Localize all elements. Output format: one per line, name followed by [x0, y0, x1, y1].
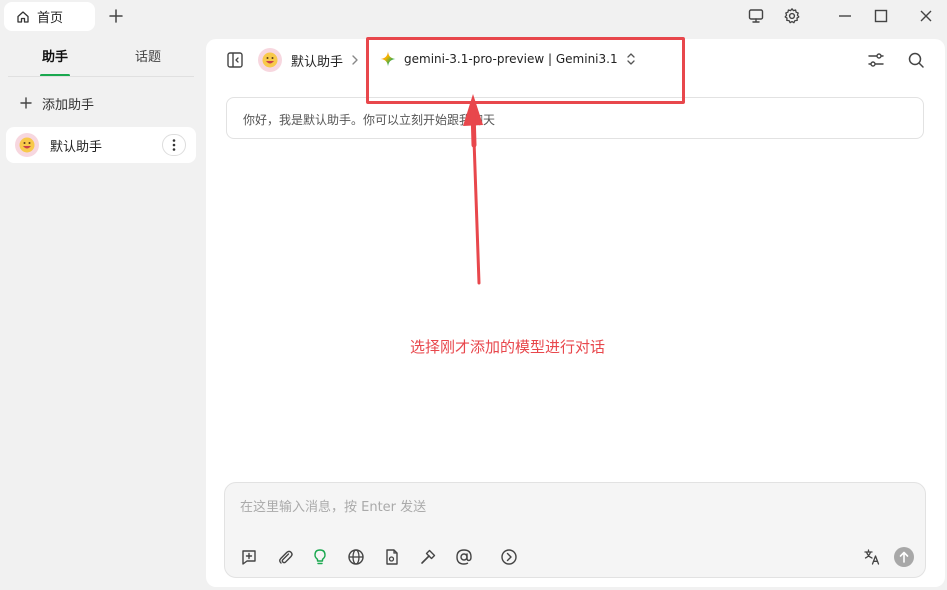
- send-button[interactable]: [894, 547, 914, 567]
- globe-web-search-icon[interactable]: [346, 547, 366, 567]
- assistant-name: 默认助手: [50, 139, 103, 155]
- home-tab[interactable]: 首页: [4, 2, 95, 31]
- home-icon: [16, 10, 30, 24]
- maximize-button[interactable]: [871, 6, 891, 26]
- tab-assistants[interactable]: 助手: [25, 46, 85, 70]
- more-options-button[interactable]: [162, 134, 186, 156]
- hammer-tools-icon[interactable]: [418, 547, 438, 567]
- close-button[interactable]: [916, 6, 936, 26]
- header-assistant-avatar-icon[interactable]: [258, 48, 282, 72]
- annotation-text: 选择刚才添加的模型进行对话: [410, 338, 606, 356]
- document-knowledge-icon[interactable]: [382, 547, 402, 567]
- more-vertical-icon: [172, 139, 176, 151]
- plus-icon: [18, 95, 34, 111]
- tab-topics[interactable]: 话题: [118, 46, 178, 70]
- add-assistant-label: 添加助手: [42, 97, 95, 113]
- at-mention-icon[interactable]: [454, 547, 474, 567]
- sidebar-divider: [8, 76, 194, 77]
- header-assistant-name[interactable]: 默认助手: [291, 51, 343, 70]
- message-input[interactable]: [240, 497, 900, 517]
- search-icon[interactable]: [906, 50, 926, 70]
- paperclip-attach-icon[interactable]: [275, 547, 295, 567]
- lightbulb-think-icon[interactable]: [310, 547, 330, 567]
- annotation-highlight-box: [366, 37, 685, 104]
- expand-more-icon[interactable]: [499, 547, 519, 567]
- settings-gear-icon[interactable]: [782, 6, 802, 26]
- home-tab-label: 首页: [37, 11, 64, 26]
- translate-icon[interactable]: [862, 547, 882, 567]
- new-topic-icon[interactable]: [239, 547, 259, 567]
- new-tab-button[interactable]: [106, 6, 126, 26]
- monitor-icon[interactable]: [746, 6, 766, 26]
- annotation-arrow-icon: [463, 94, 483, 285]
- assistant-list-item[interactable]: 默认助手: [6, 127, 196, 163]
- sliders-settings-icon[interactable]: [866, 50, 886, 70]
- chevron-right-icon: [350, 53, 360, 67]
- sidebar-toggle-icon[interactable]: [226, 51, 244, 69]
- arrow-up-icon: [899, 551, 909, 563]
- add-assistant-button[interactable]: 添加助手: [18, 94, 95, 113]
- minimize-button[interactable]: [835, 6, 855, 26]
- assistant-avatar-icon: [15, 133, 39, 157]
